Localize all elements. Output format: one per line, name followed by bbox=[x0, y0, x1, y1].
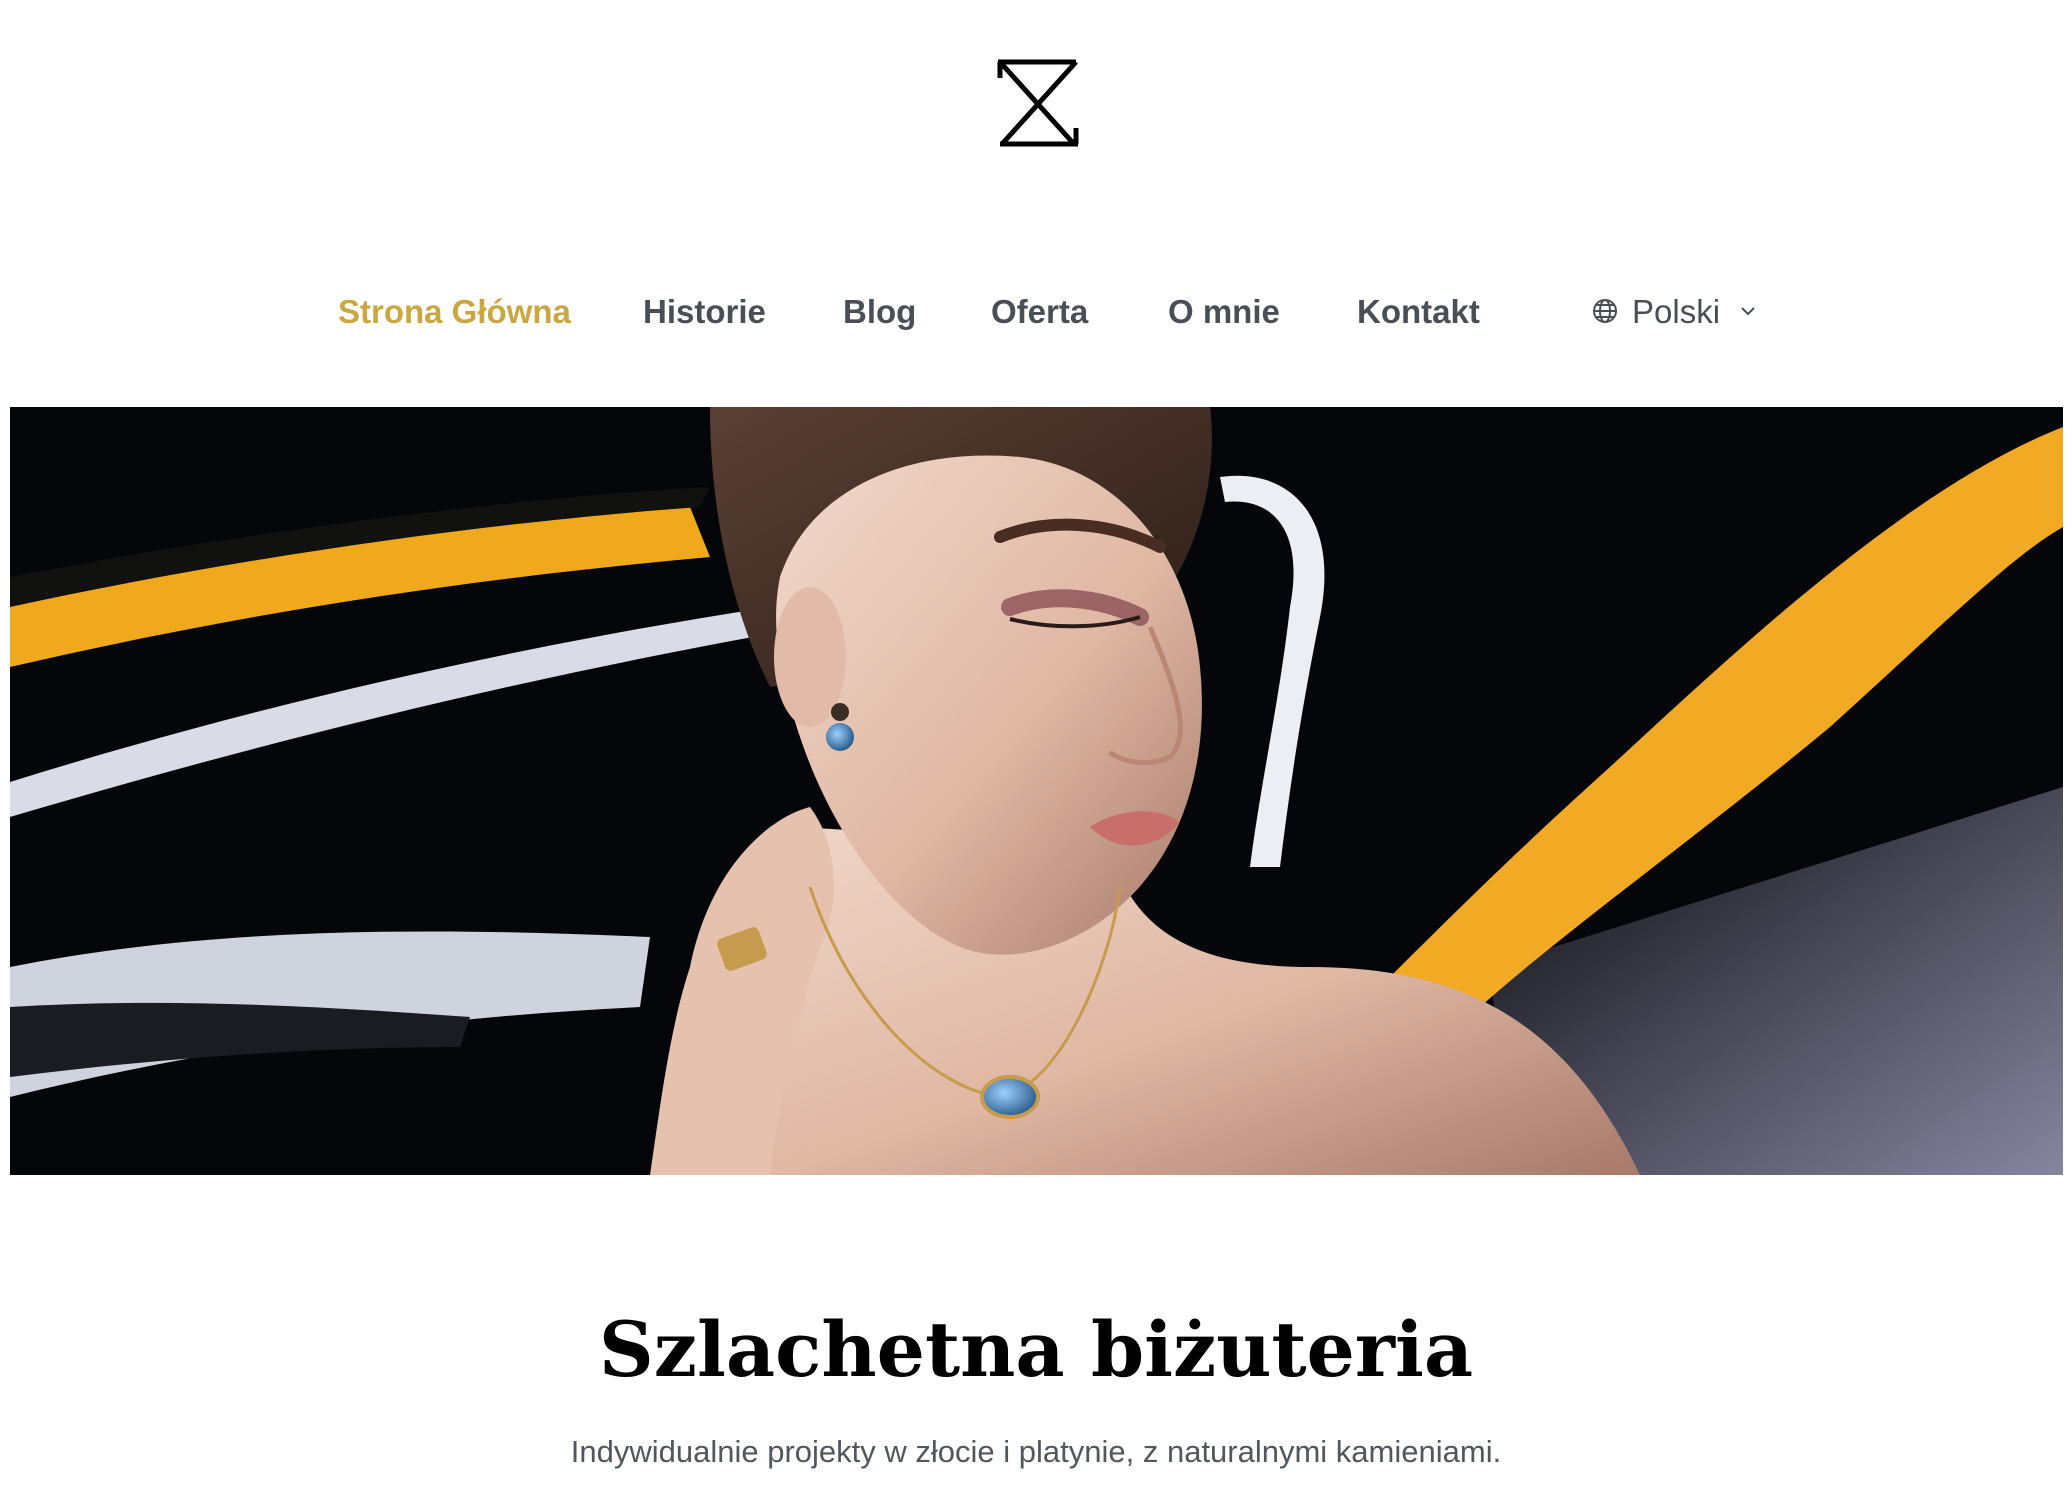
language-label: Polski bbox=[1632, 293, 1721, 330]
nav-item-home[interactable]: Strona Główna bbox=[338, 286, 571, 338]
language-selector[interactable]: Polski bbox=[1592, 286, 1756, 338]
nav-item-offer[interactable]: Oferta bbox=[991, 286, 1088, 338]
globe-icon bbox=[1593, 299, 1617, 324]
main-navigation: Strona Główna Historie Blog Oferta O mni… bbox=[0, 286, 2072, 338]
nav-item-blog[interactable]: Blog bbox=[843, 286, 916, 338]
hourglass-monogram-logo bbox=[997, 59, 1079, 147]
model-wearing-jewelry-photo bbox=[10, 407, 2063, 1175]
page-title: Szlachetna biżuteria bbox=[598, 1305, 1474, 1394]
chevron-down-icon bbox=[1741, 307, 1755, 316]
hero-banner bbox=[10, 407, 2063, 1175]
nav-item-stories[interactable]: Historie bbox=[643, 286, 766, 338]
logo-link[interactable] bbox=[996, 58, 1080, 148]
page-subtitle: Indywidualnie projekty w złocie i platyn… bbox=[570, 1434, 1502, 1469]
nav-item-contact[interactable]: Kontakt bbox=[1357, 286, 1480, 338]
nav-item-about[interactable]: O mnie bbox=[1168, 286, 1280, 338]
